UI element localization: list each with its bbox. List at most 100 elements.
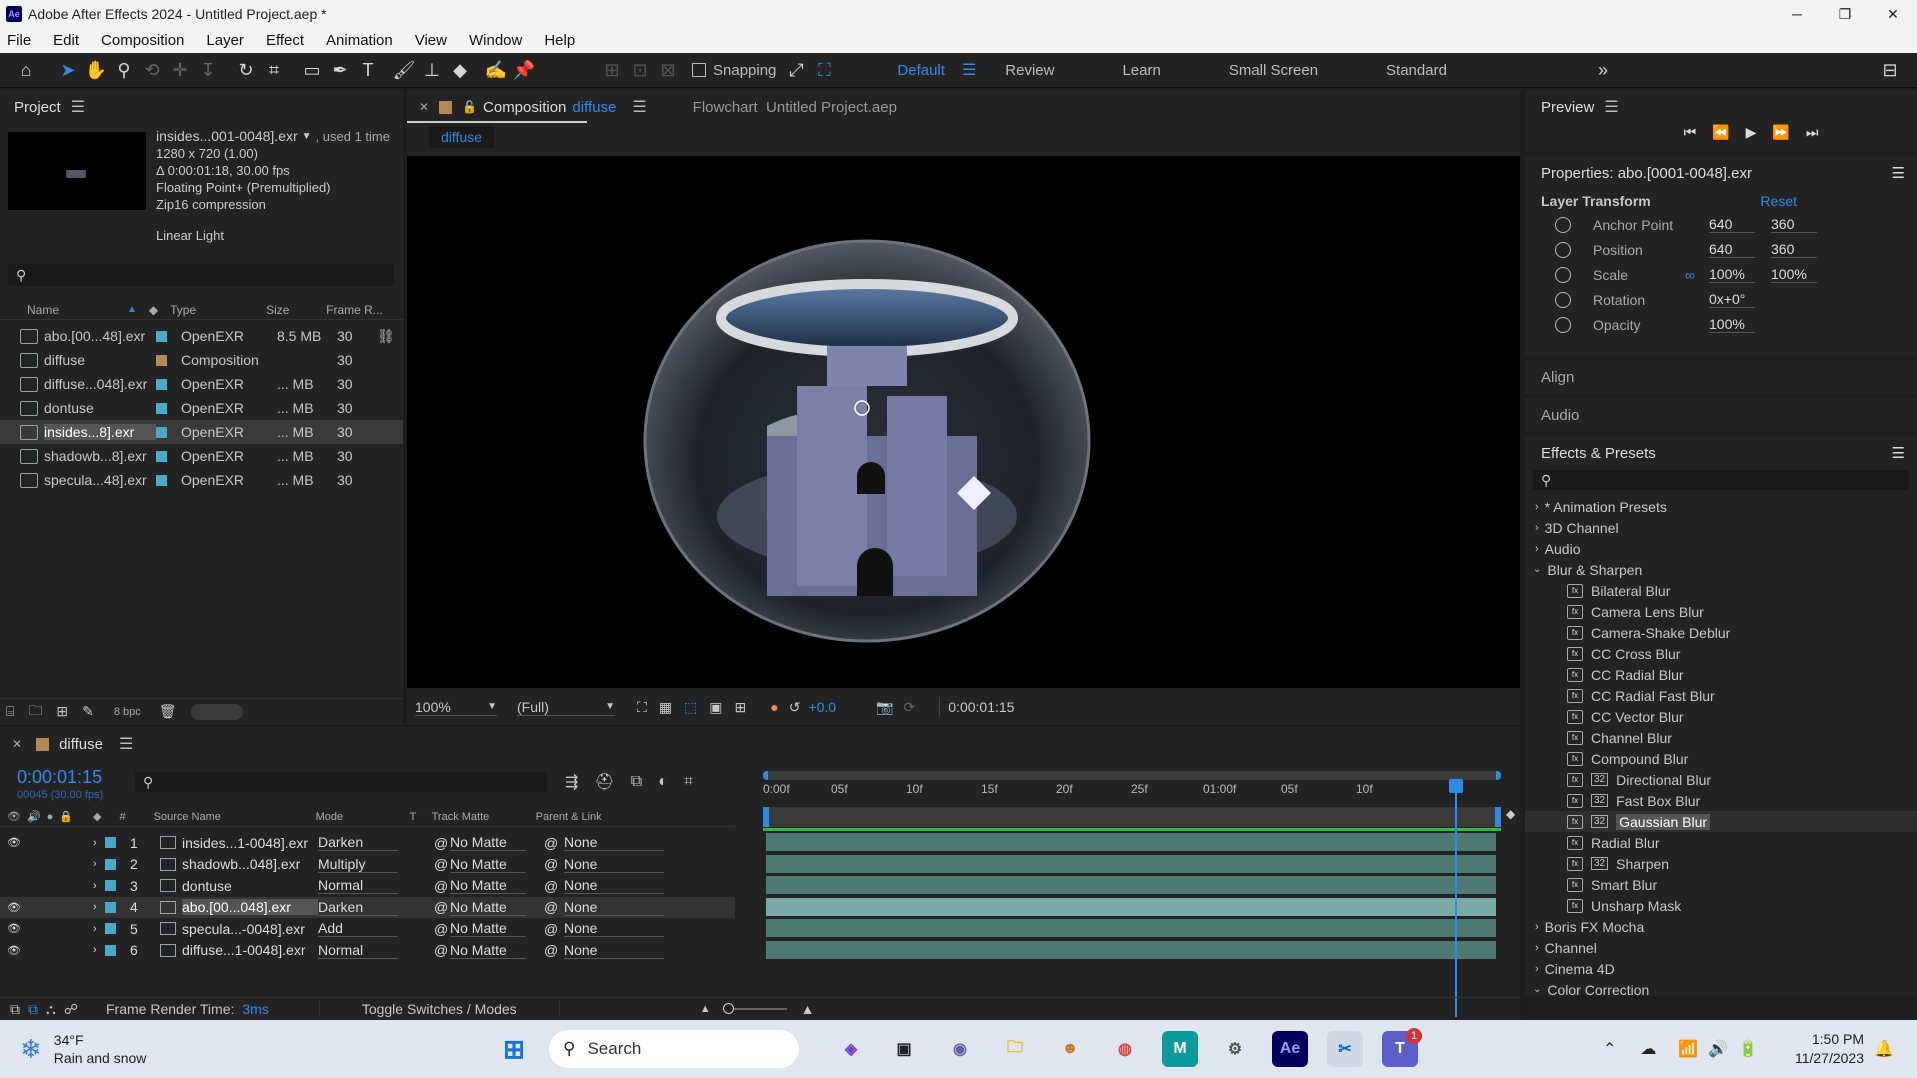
workspace-review[interactable]: Review: [988, 62, 1071, 79]
pickwhip-icon[interactable]: @: [434, 878, 450, 894]
menu-file[interactable]: File: [0, 32, 42, 49]
snap-grid-icon[interactable]: ⛶: [810, 56, 838, 84]
new-folder-icon[interactable]: 🗀: [28, 700, 42, 724]
time-graph[interactable]: 0:00f 05f 10f 15f 20f 25f 01:00f 05f 10f: [758, 767, 1513, 1017]
effect-item[interactable]: fx Channel Blur: [1525, 727, 1917, 748]
scale-y-value[interactable]: 100%: [1771, 266, 1817, 283]
resolution-select[interactable]: (Full) ▼: [517, 699, 615, 716]
notifications-bell-icon[interactable]: 🔔: [1872, 1031, 1896, 1067]
effect-item[interactable]: fx Compound Blur: [1525, 748, 1917, 769]
visibility-eye-icon[interactable]: 👁: [7, 944, 21, 957]
align-tool-icon[interactable]: ⊞: [598, 56, 626, 84]
label-swatch[interactable]: [105, 923, 116, 935]
pickwhip-icon[interactable]: @: [434, 899, 450, 915]
volume-icon[interactable]: 🔊: [1708, 1039, 1728, 1059]
bit-depth[interactable]: 8 bpc: [114, 706, 141, 718]
selection-tool-icon[interactable]: ➤: [54, 56, 82, 84]
rotation-value[interactable]: 0x+0°: [1709, 291, 1755, 308]
label-column-icon[interactable]: ◆: [149, 303, 158, 317]
snipping-tool-icon[interactable]: ✂: [1327, 1031, 1363, 1067]
layer-row[interactable]: 👁 › 5 specula...-0048].exr Add @ No Matte @ None: [0, 918, 735, 940]
work-area[interactable]: [763, 807, 1501, 827]
anchor-y-value[interactable]: 360: [1771, 216, 1817, 233]
clock[interactable]: 1:50 PM 11/27/2023: [1784, 1030, 1864, 1068]
rectangle-tool-icon[interactable]: ▭: [298, 56, 326, 84]
effect-item[interactable]: fx CC Vector Blur: [1525, 706, 1917, 727]
channels-icon[interactable]: ●: [770, 699, 778, 715]
grid-guides-icon[interactable]: ⊞: [735, 699, 747, 716]
restore-icon[interactable]: ❐: [1821, 6, 1869, 23]
layer-row-selected[interactable]: 👁 › 4 abo.[00...048].exr Darken @ No Matte @ Non…: [0, 896, 735, 918]
effect-item[interactable]: fx Smart Blur: [1525, 874, 1917, 895]
effect-item[interactable]: fx CC Radial Blur: [1525, 664, 1917, 685]
work-area-bar[interactable]: [763, 771, 1501, 780]
parent-select[interactable]: None: [564, 899, 664, 916]
blend-mode-select[interactable]: Darken: [318, 834, 398, 852]
layer-switches-icon[interactable]: ⧉: [10, 1001, 20, 1018]
app-icon[interactable]: ☻: [1052, 1031, 1088, 1067]
project-item[interactable]: shadowb...8].exr OpenEXR... MB 30: [0, 444, 403, 468]
project-item[interactable]: diffuse...048].exr OpenEXR... MB 30: [0, 372, 403, 396]
interpret-footage-icon[interactable]: ⌸: [6, 703, 14, 720]
render-time-icon[interactable]: ☍: [64, 1001, 78, 1018]
parent-select[interactable]: None: [564, 942, 664, 959]
label-swatch[interactable]: [156, 378, 167, 390]
parent-pickwhip-icon[interactable]: @: [544, 856, 564, 872]
effect-item[interactable]: fx Camera Lens Blur: [1525, 601, 1917, 622]
parent-select[interactable]: None: [564, 920, 664, 938]
label-swatch[interactable]: [105, 944, 116, 956]
composition-viewer[interactable]: [407, 156, 1520, 688]
blend-mode-select[interactable]: Darken: [318, 899, 398, 916]
comp-marker-icon[interactable]: ◆: [1506, 807, 1515, 821]
stopwatch-icon[interactable]: [1555, 291, 1571, 308]
time-ruler[interactable]: 0:00f 05f 10f 15f 20f 25f 01:00f 05f 10f: [763, 782, 1501, 802]
parent-pickwhip-icon[interactable]: @: [544, 878, 564, 894]
expand-chevron-icon[interactable]: ›: [93, 858, 105, 870]
playhead[interactable]: [1449, 779, 1464, 1017]
layer-name[interactable]: diffuse...1-0048].exr: [182, 942, 318, 958]
effects-category-open[interactable]: ⌄ Blur & Sharpen: [1525, 559, 1917, 580]
visibility-eye-icon[interactable]: 👁: [7, 901, 21, 914]
menu-layer[interactable]: Layer: [195, 32, 255, 49]
sort-ascending-icon[interactable]: ▲: [127, 304, 137, 315]
zoom-out-icon[interactable]: ▲: [700, 1003, 711, 1015]
in-out-icon[interactable]: ⛬: [46, 1001, 56, 1018]
expand-chevron-icon[interactable]: ›: [93, 901, 105, 913]
effects-category[interactable]: › Channel: [1525, 937, 1917, 958]
track-matte-select[interactable]: No Matte: [450, 899, 526, 916]
layer-bar[interactable]: [766, 833, 1496, 851]
close-tab-icon[interactable]: ✕: [12, 737, 22, 751]
workspace-menu-icon[interactable]: ☰: [962, 60, 976, 80]
toggle-switches-modes[interactable]: Toggle Switches / Modes: [318, 1001, 560, 1017]
adjust-settings-icon[interactable]: ✎: [82, 703, 94, 720]
project-item[interactable]: specula...48].exr OpenEXR... MB 30: [0, 468, 403, 492]
label-swatch[interactable]: [156, 402, 167, 414]
menu-edit[interactable]: Edit: [42, 32, 90, 49]
stopwatch-icon[interactable]: [1555, 266, 1571, 283]
frame-blending-icon[interactable]: ⧉: [631, 773, 642, 791]
camera-snapshot-icon[interactable]: 📷: [876, 699, 893, 716]
more-workspaces-icon[interactable]: »: [1589, 56, 1617, 84]
track-matte-select[interactable]: No Matte: [450, 856, 526, 873]
workspace-default[interactable]: Default: [880, 62, 962, 79]
distribute-tool-icon[interactable]: ⊡: [626, 56, 654, 84]
parent-pickwhip-icon[interactable]: @: [544, 942, 564, 958]
label-swatch[interactable]: [156, 426, 167, 438]
minimize-icon[interactable]: ─: [1773, 6, 1821, 22]
layer-name[interactable]: specula...-0048].exr: [182, 921, 318, 937]
project-search-input[interactable]: ⚲: [8, 264, 394, 286]
playhead-handle[interactable]: [1449, 779, 1464, 793]
hand-tool-icon[interactable]: ✋: [82, 56, 110, 84]
task-view-icon[interactable]: ▣: [886, 1031, 922, 1067]
stopwatch-icon[interactable]: [1555, 216, 1571, 233]
onedrive-icon[interactable]: ☁: [1640, 1039, 1656, 1059]
pickwhip-icon[interactable]: @: [434, 942, 450, 958]
settings-icon[interactable]: ⚙: [1217, 1031, 1253, 1067]
roto-brush-tool-icon[interactable]: ✍: [482, 56, 510, 84]
project-item[interactable]: abo.[00...48].exr OpenEXR 8.5 MB 30 ⛓: [0, 324, 403, 348]
exposure-value[interactable]: +0.0: [808, 699, 836, 715]
effect-item[interactable]: fx 32 Sharpen: [1525, 853, 1917, 874]
zoom-select[interactable]: 100% ▼: [415, 699, 497, 716]
label-swatch[interactable]: [156, 330, 167, 342]
panel-menu-icon[interactable]: ☰: [1892, 164, 1905, 182]
